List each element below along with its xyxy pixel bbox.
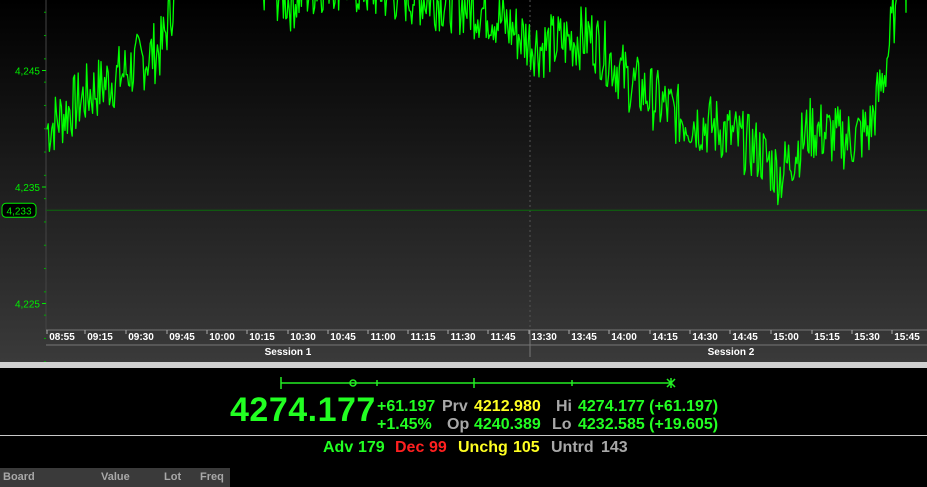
x-tick-label: 11:00 [370,332,395,343]
low-price: 4232.585 (+19.605) [578,416,719,433]
x-tick-label: 15:15 [814,332,840,343]
high-price: 4274.177 (+61.197) [578,398,719,415]
column-header-value[interactable]: Value [101,471,130,483]
net-change: +61.197 [377,398,436,415]
percent-change: +1.45% [377,416,432,433]
orderbook-empty-area [230,468,927,487]
previous-close: 4212.980 [474,398,541,415]
x-tick-label: 14:45 [732,332,758,343]
chart-background [0,0,927,362]
decliners-count: 99 [429,439,447,456]
unchanged-label: Unchg [458,439,508,456]
y-tick-label: 4,245 [15,67,40,78]
breadth-divider [0,435,927,436]
quote-panel: 4274.177 +61.197 +1.45% Prv 4212.980 Op … [0,368,927,462]
column-header-freq[interactable]: Freq [200,471,224,483]
x-tick-label: 09:15 [87,332,113,343]
x-tick-label: 11:15 [410,332,435,343]
y-tick-label: 4,225 [15,300,40,311]
open-price: 4240.389 [474,416,541,433]
x-tick-label: 14:30 [692,332,718,343]
reference-tag-label: 4,233 [6,206,31,217]
x-tick-label: 13:45 [571,332,597,343]
x-tick-label: 15:00 [773,332,799,343]
previous-label: Prv [442,398,468,415]
chart-canvas[interactable]: 4,2654,2554,2454,2354,2254,2154,23308:55… [0,0,927,362]
x-tick-label: 10:00 [209,332,235,343]
x-tick-label: 15:30 [854,332,880,343]
x-tick-label: 10:15 [249,332,275,343]
low-label: Lo [552,416,572,433]
session-label: Session 1 [265,347,312,358]
y-tick-label: 4,235 [15,183,40,194]
column-header-lot[interactable]: Lot [164,471,181,483]
x-tick-label: 10:30 [290,332,316,343]
unchanged-count: 105 [513,439,540,456]
x-tick-label: 15:45 [894,332,920,343]
x-tick-label: 13:30 [531,332,557,343]
x-tick-label: 09:45 [169,332,195,343]
orderbook-header: Board Value Lot Freq [0,468,230,487]
advancers-count: 179 [358,439,385,456]
last-price: 4274.177 [230,391,376,429]
x-tick-label: 14:15 [652,332,678,343]
open-label: Op [447,416,470,433]
x-tick-label: 11:30 [450,332,475,343]
intraday-chart[interactable]: 4,2654,2554,2454,2354,2254,2154,23308:55… [0,0,927,362]
x-tick-label: 09:30 [128,332,154,343]
advancers-label: Adv [323,439,354,456]
x-tick-label: 10:45 [330,332,356,343]
untraded-label: Untrd [551,439,594,456]
session-label: Session 2 [708,347,755,358]
decliners-label: Dec [395,439,425,456]
day-range-bar [280,377,676,389]
untraded-count: 143 [601,439,628,456]
x-tick-label: 14:00 [611,332,637,343]
x-tick-label: 11:45 [490,332,515,343]
column-header-board[interactable]: Board [3,471,35,483]
high-label: Hi [556,398,572,415]
x-tick-label: 08:55 [49,332,75,343]
